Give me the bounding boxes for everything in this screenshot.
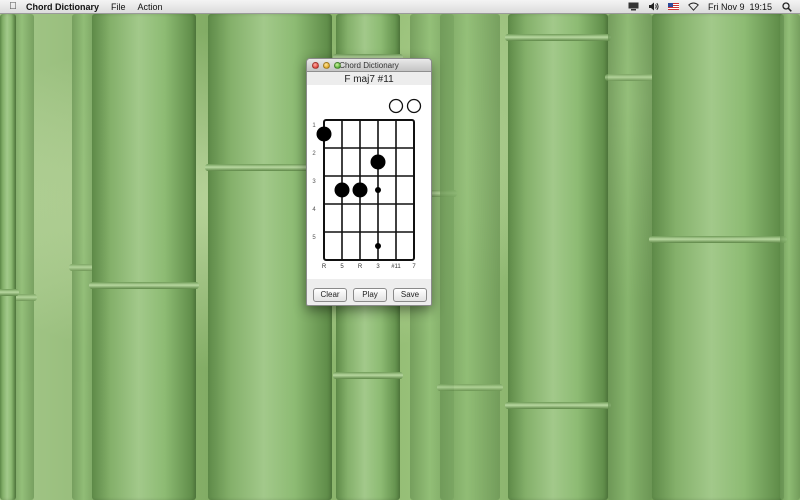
spotlight-search-icon[interactable] xyxy=(781,1,792,12)
wifi-icon[interactable] xyxy=(688,2,699,12)
save-button[interactable]: Save xyxy=(393,288,427,302)
chord-diagram[interactable]: 1 2 3 4 5 R 5 R 3 #11 7 xyxy=(307,85,431,279)
menu-action[interactable]: Action xyxy=(138,2,163,12)
string-interval-label: 7 xyxy=(412,264,416,270)
string-interval-label: 5 xyxy=(340,264,344,270)
display-icon[interactable] xyxy=(628,2,639,12)
finger-dot-small xyxy=(375,187,381,193)
menu-bar:  Chord Dictionary File Action Fri Nov 9… xyxy=(0,0,800,14)
menu-app-name[interactable]: Chord Dictionary xyxy=(26,2,99,12)
clear-button[interactable]: Clear xyxy=(313,288,347,302)
string-interval-label: #11 xyxy=(391,264,401,270)
us-flag-icon[interactable] xyxy=(667,2,679,12)
finger-dot xyxy=(370,154,386,170)
menu-file[interactable]: File xyxy=(111,2,126,12)
chord-dictionary-window: Chord Dictionary F maj7 #11 1 2 3 4 5 R 5 R 3 #1… xyxy=(306,58,432,306)
chord-name: F maj7 #11 xyxy=(344,74,394,85)
volume-icon[interactable] xyxy=(648,2,659,12)
finger-dot xyxy=(334,182,350,198)
string-interval-label: 3 xyxy=(376,264,380,270)
play-button[interactable]: Play xyxy=(353,288,387,302)
string-interval-label: R xyxy=(322,264,327,270)
open-string-marker xyxy=(388,98,404,114)
finger-dot-small xyxy=(375,243,381,249)
fret-number-label: 4 xyxy=(312,207,316,213)
string-interval-label: R xyxy=(358,264,363,270)
apple-logo-icon[interactable]:  xyxy=(0,0,26,14)
window-titlebar[interactable]: Chord Dictionary xyxy=(307,59,431,72)
close-button[interactable] xyxy=(312,62,319,69)
fret-number-label: 2 xyxy=(312,151,316,157)
minimize-button[interactable] xyxy=(323,62,330,69)
fret-number-label: 5 xyxy=(312,235,316,241)
finger-dot xyxy=(352,182,368,198)
open-string-marker xyxy=(406,98,422,114)
zoom-button[interactable] xyxy=(334,62,341,69)
window-title: Chord Dictionary xyxy=(339,61,399,70)
fret-number-label: 1 xyxy=(312,123,316,129)
menu-clock[interactable]: Fri Nov 9 19:15 xyxy=(708,2,772,12)
finger-dot xyxy=(316,126,332,142)
fret-number-label: 3 xyxy=(312,179,316,185)
